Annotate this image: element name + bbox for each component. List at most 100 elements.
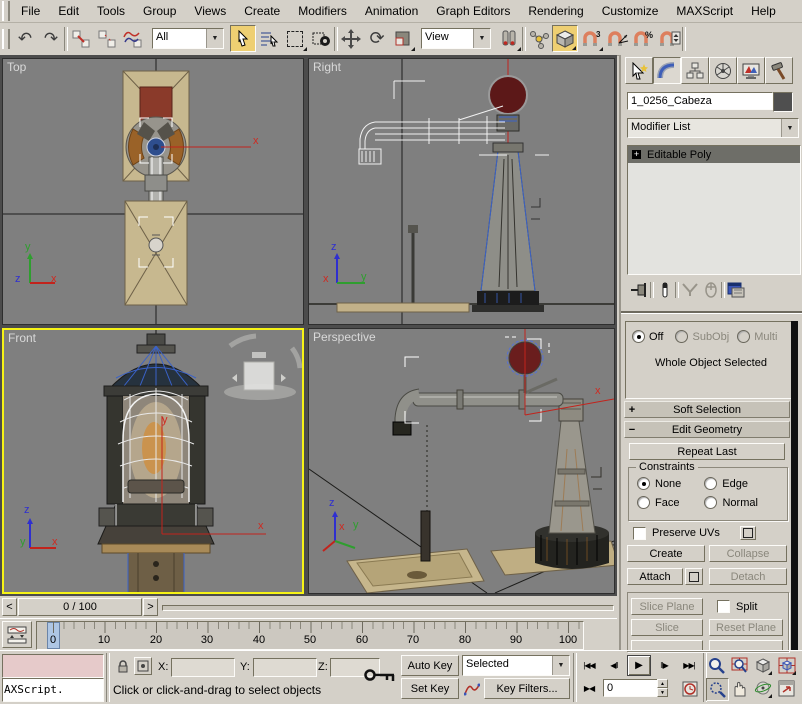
- select-and-link-button[interactable]: [68, 25, 94, 52]
- create-button[interactable]: Create: [627, 545, 705, 562]
- collapse-button[interactable]: Collapse: [709, 545, 787, 562]
- constraint-face-radio[interactable]: [637, 496, 650, 509]
- expand-icon[interactable]: +: [625, 404, 639, 416]
- modifier-stack[interactable]: + Editable Poly: [627, 145, 801, 275]
- goto-start-button[interactable]: |◀◀: [577, 655, 601, 676]
- tab-motion[interactable]: [709, 57, 737, 84]
- menu-animation[interactable]: Animation: [356, 1, 427, 22]
- viewport-top[interactable]: Top: [2, 58, 304, 325]
- key-selection-set-select[interactable]: Selected ▼: [462, 655, 570, 676]
- show-end-result-button[interactable]: [654, 280, 675, 301]
- detach-button[interactable]: Detach: [709, 568, 787, 585]
- tab-create[interactable]: [625, 57, 653, 84]
- time-slider-track[interactable]: [162, 605, 614, 611]
- preserve-uvs-checkbox[interactable]: [633, 527, 646, 540]
- constraint-edge-radio[interactable]: [704, 477, 717, 490]
- next-frame-button[interactable]: ‖▶: [653, 655, 675, 676]
- modifier-list-select[interactable]: Modifier List ▼: [627, 118, 799, 138]
- object-name-field[interactable]: [627, 92, 773, 110]
- pin-stack-button[interactable]: [629, 280, 650, 301]
- goto-end-button[interactable]: ▶▶|: [677, 655, 701, 676]
- tab-hierarchy[interactable]: [681, 57, 709, 84]
- menu-grip[interactable]: [2, 1, 10, 21]
- select-object-button[interactable]: [230, 25, 256, 52]
- percent-snap-toggle-button[interactable]: %: [630, 25, 656, 52]
- auto-key-button[interactable]: Auto Key: [401, 655, 459, 676]
- reset-plane-button[interactable]: Reset Plane: [709, 619, 783, 636]
- viewport-front-canvas[interactable]: [4, 330, 302, 592]
- make-unique-button[interactable]: [679, 280, 700, 301]
- menu-help[interactable]: Help: [742, 1, 785, 22]
- split-checkbox[interactable]: [717, 600, 730, 613]
- attach-settings-button[interactable]: [685, 568, 703, 585]
- snaps-toggle-button[interactable]: [552, 25, 578, 52]
- maxscript-listener-pane[interactable]: AXScript.: [2, 678, 104, 702]
- snap-toggle-3d-button[interactable]: 3: [578, 25, 604, 52]
- viewport-top-canvas[interactable]: [3, 59, 304, 325]
- zoom-extents-all-button[interactable]: [776, 655, 797, 676]
- use-pivot-center-button[interactable]: [496, 25, 522, 52]
- current-frame-field[interactable]: [603, 679, 663, 697]
- time-slider-next-button[interactable]: >: [143, 598, 158, 616]
- time-slider-prev-button[interactable]: <: [2, 598, 17, 616]
- select-and-manipulate-button[interactable]: [526, 25, 552, 52]
- viewport-perspective-canvas[interactable]: [309, 329, 614, 593]
- slice-button[interactable]: Slice: [631, 619, 703, 636]
- stack-item-editable-poly[interactable]: + Editable Poly: [628, 146, 800, 163]
- collapse-icon[interactable]: −: [625, 424, 639, 436]
- rollout-edit-geometry[interactable]: − Edit Geometry: [624, 421, 790, 438]
- time-slider-handle[interactable]: 0 / 100: [18, 598, 142, 616]
- object-color-swatch[interactable]: [773, 92, 793, 112]
- rollout-scrollbar[interactable]: [791, 321, 798, 650]
- bind-to-spacewarp-button[interactable]: [120, 25, 146, 52]
- time-configuration-button[interactable]: [679, 678, 701, 699]
- x-coord-field[interactable]: [171, 658, 235, 677]
- play-animation-button[interactable]: ▶: [627, 655, 651, 676]
- stack-expand-icon[interactable]: +: [632, 150, 641, 159]
- y-coord-field[interactable]: [253, 658, 317, 677]
- pan-button[interactable]: [729, 678, 750, 699]
- zoom-extents-button[interactable]: [752, 655, 773, 676]
- constraint-normal-radio[interactable]: [704, 496, 717, 509]
- attach-button[interactable]: Attach: [627, 568, 683, 585]
- selection-multi-radio[interactable]: [737, 330, 750, 343]
- set-key-button[interactable]: Set Key: [401, 678, 459, 699]
- tab-utilities[interactable]: [765, 57, 793, 84]
- zoom-region-button[interactable]: [706, 678, 729, 701]
- viewport-right-canvas[interactable]: [309, 59, 615, 325]
- toolbar-grip[interactable]: [2, 29, 10, 49]
- viewport-front[interactable]: Front: [2, 328, 304, 594]
- reference-coordinate-select[interactable]: View ▼: [421, 28, 491, 49]
- spinner-up-icon[interactable]: ▲: [657, 679, 668, 688]
- repeat-last-button[interactable]: Repeat Last: [629, 443, 785, 460]
- viewport-front-label[interactable]: Front: [8, 331, 36, 345]
- viewport-perspective-label[interactable]: Perspective: [313, 330, 376, 344]
- min-max-toggle-button[interactable]: [776, 678, 797, 699]
- select-and-scale-button[interactable]: [390, 25, 416, 52]
- select-by-name-button[interactable]: [256, 25, 282, 52]
- key-filters-button[interactable]: Key Filters...: [484, 678, 570, 699]
- previous-frame-button[interactable]: ◀‖: [603, 655, 625, 676]
- remove-modifier-button[interactable]: [700, 280, 721, 301]
- viewport-perspective[interactable]: Perspective: [308, 328, 615, 594]
- menu-file[interactable]: File: [12, 1, 49, 22]
- frame-spinner[interactable]: ▲ ▼: [657, 679, 668, 697]
- menu-graph-editors[interactable]: Graph Editors: [427, 1, 519, 22]
- rectangular-selection-region-button[interactable]: [282, 25, 308, 52]
- undo-button[interactable]: ↶: [12, 25, 38, 52]
- menu-create[interactable]: Create: [235, 1, 289, 22]
- tab-modify[interactable]: [653, 57, 681, 84]
- selection-filter-select[interactable]: All ▼: [152, 28, 224, 49]
- configure-modifier-sets-button[interactable]: [725, 280, 746, 301]
- selection-lock-toggle[interactable]: [112, 656, 133, 677]
- viewport-top-label[interactable]: Top: [7, 60, 26, 74]
- redo-button[interactable]: ↷: [38, 25, 64, 52]
- zoom-button[interactable]: [706, 655, 727, 676]
- mini-curve-editor-button[interactable]: [2, 621, 32, 648]
- angle-snap-toggle-button[interactable]: [604, 25, 630, 52]
- spinner-down-icon[interactable]: ▼: [657, 688, 668, 697]
- menu-customize[interactable]: Customize: [593, 1, 668, 22]
- panel-splitter[interactable]: [621, 311, 802, 314]
- selection-off-radio[interactable]: [632, 330, 645, 343]
- unlink-selection-button[interactable]: [94, 25, 120, 52]
